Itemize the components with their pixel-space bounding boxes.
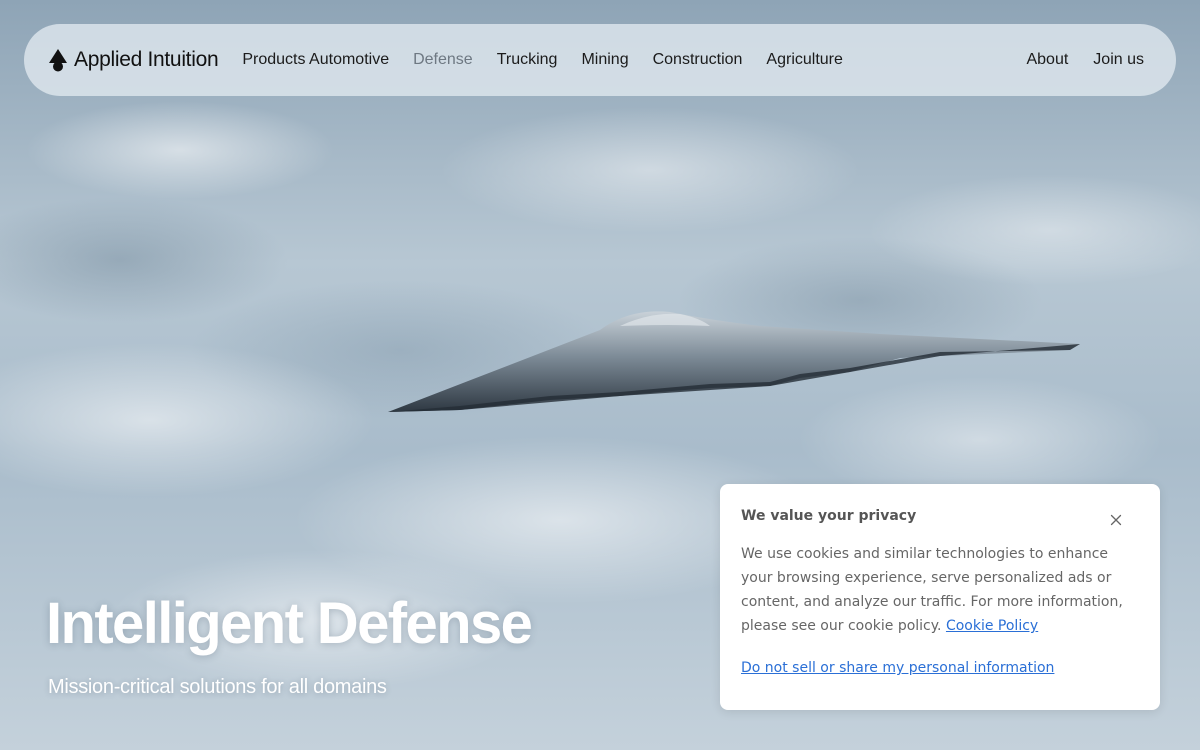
- nav-item-products-automotive[interactable]: Products Automotive: [242, 51, 389, 69]
- cookie-consent-dialog: We value your privacy We use cookies and…: [720, 484, 1160, 710]
- hero-title: Intelligent Defense: [46, 591, 533, 656]
- nav-item-about[interactable]: About: [1026, 51, 1068, 69]
- hero-subtitle: Mission-critical solutions for all domai…: [48, 676, 387, 698]
- nav-item-agriculture[interactable]: Agriculture: [766, 51, 842, 69]
- nav-item-mining[interactable]: Mining: [581, 51, 628, 69]
- flying-wing-aircraft-image: [388, 311, 1080, 412]
- cookie-policy-link[interactable]: Cookie Policy: [946, 618, 1038, 634]
- secondary-nav: About Join us: [1026, 51, 1144, 69]
- do-not-sell-link[interactable]: Do not sell or share my personal informa…: [741, 660, 1054, 676]
- applied-intuition-logo-icon: [49, 49, 67, 72]
- nav-item-join-us[interactable]: Join us: [1093, 51, 1144, 69]
- cookie-dialog-body: We use cookies and similar technologies …: [741, 542, 1132, 638]
- cookie-dialog-title: We value your privacy: [741, 508, 917, 524]
- cookie-body-text: We use cookies and similar technologies …: [741, 546, 1123, 634]
- nav-item-defense[interactable]: Defense: [413, 51, 473, 69]
- nav-item-trucking[interactable]: Trucking: [497, 51, 558, 69]
- brand-name: Applied Intuition: [74, 48, 219, 71]
- close-icon[interactable]: [1110, 514, 1122, 526]
- brand-logo[interactable]: Applied Intuition: [48, 48, 219, 72]
- nav-item-construction[interactable]: Construction: [653, 51, 743, 69]
- primary-nav: Products Automotive Defense Trucking Min…: [242, 51, 843, 69]
- top-navigation-bar: Applied Intuition Products Automotive De…: [24, 24, 1176, 96]
